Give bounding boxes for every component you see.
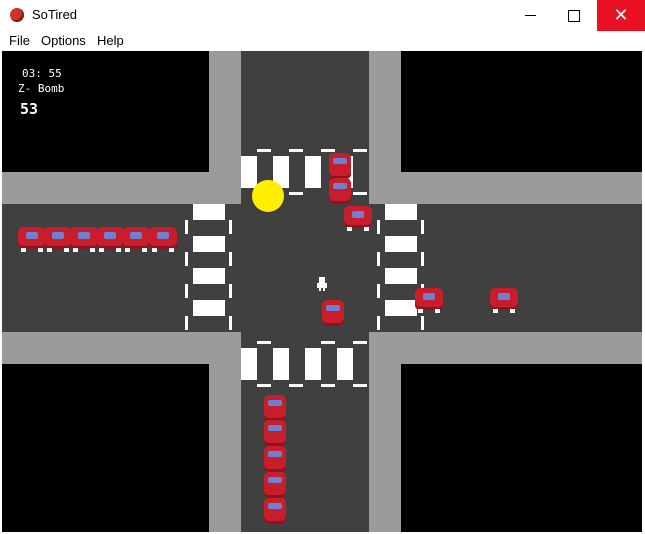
crosswalk-edge — [257, 384, 271, 387]
crosswalk-edge — [289, 384, 303, 387]
car — [70, 227, 98, 252]
car — [490, 288, 518, 313]
crosswalk-edge — [229, 284, 232, 298]
block-bottom-left — [2, 364, 209, 532]
menu-help[interactable]: Help — [97, 33, 124, 48]
crosswalk-edge — [185, 316, 188, 330]
crosswalk-edge — [289, 192, 303, 195]
road-vertical — [241, 51, 369, 532]
crosswalk-edge — [377, 220, 380, 234]
crosswalk-stripe — [193, 204, 225, 220]
crosswalk-stripe — [241, 348, 257, 380]
yellow-orb — [252, 180, 284, 212]
game-canvas[interactable]: 03: 55 Z- Bomb 53 — [2, 51, 642, 532]
car — [264, 498, 286, 524]
crosswalk-edge — [257, 149, 271, 152]
crosswalk-edge — [353, 192, 367, 195]
car — [329, 153, 351, 179]
menu-options[interactable]: Options — [41, 33, 86, 48]
minimize-button[interactable] — [507, 0, 553, 31]
close-button[interactable]: ✕ — [597, 0, 645, 31]
crosswalk-edge — [185, 220, 188, 234]
crosswalk-stripe — [241, 156, 257, 188]
crosswalk-stripe — [385, 268, 417, 284]
crosswalk-stripe — [193, 300, 225, 316]
car — [44, 227, 72, 252]
hud-timer: 03: 55 — [22, 67, 62, 80]
crosswalk-edge — [377, 284, 380, 298]
crosswalk-edge — [377, 316, 380, 330]
hud-weapon: Z- Bomb — [18, 82, 65, 95]
crosswalk-edge — [257, 341, 271, 344]
crosswalk-edge — [321, 149, 335, 152]
menu-file[interactable]: File — [9, 33, 30, 48]
crosswalk-stripe — [193, 268, 225, 284]
crosswalk-edge — [289, 149, 303, 152]
crosswalk-stripe — [337, 348, 353, 380]
crosswalk-edge — [353, 149, 367, 152]
crosswalk-edge — [321, 384, 335, 387]
block-top-right — [401, 51, 642, 172]
maximize-button[interactable] — [551, 0, 597, 31]
maximize-icon — [568, 9, 580, 22]
hud-score: 53 — [20, 100, 39, 118]
car — [264, 446, 286, 472]
crosswalk-stripe — [385, 236, 417, 252]
crosswalk-edge — [229, 316, 232, 330]
crosswalk-stripe — [385, 204, 417, 220]
crosswalk-edge — [185, 252, 188, 266]
car — [264, 472, 286, 498]
window-title: SoTired — [32, 7, 78, 22]
minimize-icon — [524, 15, 536, 16]
crosswalk-stripe — [273, 348, 289, 380]
car — [96, 227, 124, 252]
crosswalk-edge — [185, 284, 188, 298]
crosswalk-edge — [353, 384, 367, 387]
car — [264, 395, 286, 421]
crosswalk-stripe — [193, 236, 225, 252]
crosswalk-edge — [421, 316, 424, 330]
crosswalk-edge — [229, 220, 232, 234]
car — [415, 288, 443, 313]
car — [344, 206, 372, 231]
car — [329, 178, 351, 204]
app-icon — [10, 8, 24, 22]
car — [122, 227, 150, 252]
crosswalk-edge — [353, 341, 367, 344]
crosswalk-edge — [321, 341, 335, 344]
close-icon: ✕ — [613, 5, 629, 25]
menu-bar: File Options Help — [0, 31, 645, 51]
crosswalk-edge — [377, 252, 380, 266]
title-bar: SoTired ✕ — [0, 0, 645, 31]
crosswalk-stripe — [385, 300, 417, 316]
car — [18, 227, 46, 252]
car — [322, 300, 344, 326]
block-bottom-right — [401, 364, 642, 532]
crosswalk-edge — [229, 252, 232, 266]
player-character — [317, 277, 327, 291]
crosswalk-stripe — [305, 348, 321, 380]
car — [264, 420, 286, 446]
crosswalk-edge — [421, 220, 424, 234]
car — [149, 227, 177, 252]
crosswalk-edge — [421, 252, 424, 266]
crosswalk-stripe — [305, 156, 321, 188]
